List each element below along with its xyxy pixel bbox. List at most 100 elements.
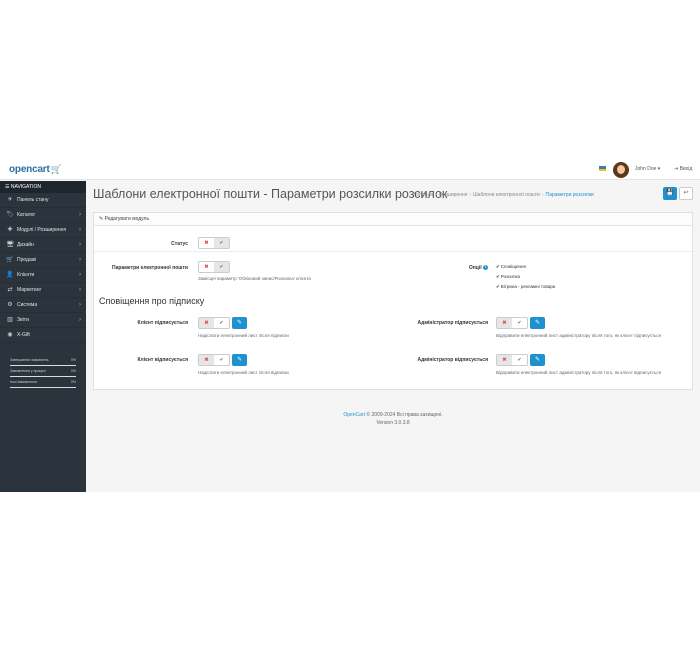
opencart-logo[interactable]: opencart🛒 bbox=[9, 164, 62, 175]
checkbox-checked-icon[interactable]: ✔ bbox=[496, 284, 500, 289]
admin-unsubscribes-label: Адміністратор відписується bbox=[417, 357, 488, 363]
order-stat-progress-bar bbox=[10, 375, 76, 377]
footer-version: Version 3.0.3.8 bbox=[376, 420, 410, 426]
sidebar-item-label: X-Gift bbox=[17, 332, 30, 338]
nav-item-icon: ⇄ bbox=[7, 287, 13, 293]
admin-unsubscribes-edit-button[interactable]: ✎ bbox=[530, 354, 545, 366]
admin-unsubscribes-on[interactable]: ✔ bbox=[512, 355, 527, 365]
nav-item-icon: ✈ bbox=[7, 197, 13, 203]
sidebar-item[interactable]: ▥ Звіти › bbox=[0, 313, 86, 328]
sidebar-item[interactable]: ⇄ Маркетинг › bbox=[0, 283, 86, 298]
help-icon[interactable]: ? bbox=[483, 265, 488, 271]
sidebar-item[interactable]: 🛒 Продажі › bbox=[0, 253, 86, 268]
customer-subscribes-toggle[interactable]: ✖ ✔ bbox=[198, 317, 230, 329]
customer-subscribes-on[interactable]: ✔ bbox=[214, 318, 229, 328]
option-showcase[interactable]: ✔Вітрина - рекламні товари bbox=[496, 284, 555, 290]
checkbox-checked-icon[interactable]: ✔ bbox=[496, 274, 500, 279]
status-label: Статус bbox=[171, 241, 188, 247]
subscription-section-title: Сповіщення про підписку bbox=[99, 296, 205, 306]
customer-unsubscribes-on[interactable]: ✔ bbox=[214, 355, 229, 365]
cart-logo-icon: 🛒 bbox=[50, 164, 62, 174]
customer-subscribes-off[interactable]: ✖ bbox=[199, 318, 214, 328]
sidebar-item[interactable]: ◉ X-Gift bbox=[0, 328, 86, 343]
admin-subscribes-edit-button[interactable]: ✎ bbox=[530, 317, 545, 329]
sidebar-item[interactable]: ⚙ Система › bbox=[0, 298, 86, 313]
admin-subscribes-on[interactable]: ✔ bbox=[512, 318, 527, 328]
nav-item-icon: 🖥 bbox=[6, 242, 14, 248]
option-mailing[interactable]: ✔Розсилка bbox=[496, 274, 520, 280]
breadcrumb-extensions[interactable]: Розширення bbox=[439, 192, 468, 198]
chevron-right-icon: › bbox=[79, 272, 81, 278]
option-notifications[interactable]: ✔Сповіщення bbox=[496, 264, 526, 270]
sidebar-item-label: Каталог bbox=[17, 212, 36, 218]
admin-unsubscribes-off[interactable]: ✖ bbox=[497, 355, 512, 365]
user-avatar[interactable] bbox=[613, 162, 629, 178]
sidebar-item-label: Звіти bbox=[17, 317, 29, 323]
nav-item-icon: ✚ bbox=[7, 227, 13, 233]
checkbox-checked-icon[interactable]: ✔ bbox=[496, 264, 500, 269]
order-stat-percent: 0% bbox=[70, 380, 76, 384]
mail-params-off-option[interactable]: ✖ bbox=[199, 262, 214, 272]
pencil-icon: ✎ bbox=[534, 320, 541, 326]
back-button[interactable]: ↩ bbox=[679, 187, 693, 200]
mail-params-help: Замісцеі параметр 'Обліковий запис/Розси… bbox=[198, 276, 311, 281]
nav-item-icon: ◉ bbox=[7, 332, 13, 338]
sidebar-item[interactable]: ✚ Модулі / Розширення › bbox=[0, 223, 86, 238]
language-flag-icon[interactable] bbox=[599, 166, 606, 171]
sidebar-item-label: Модулі / Розширення bbox=[17, 227, 67, 233]
sidebar-item[interactable]: 🖥 Дизайн › bbox=[0, 238, 86, 253]
nav-item-icon: 🏷 bbox=[6, 212, 14, 218]
admin-subscribes-toggle[interactable]: ✖ ✔ bbox=[496, 317, 528, 329]
admin-unsubscribes-toggle[interactable]: ✖ ✔ bbox=[496, 354, 528, 366]
chevron-right-icon: › bbox=[79, 257, 81, 263]
pencil-icon: ✎ bbox=[534, 357, 541, 363]
mail-params-label: Параметри електронної пошти bbox=[112, 265, 188, 271]
mail-params-on-option[interactable]: ✔ bbox=[214, 262, 229, 272]
order-stat-progress-bar bbox=[10, 364, 76, 366]
order-stat-percent: 0% bbox=[70, 369, 76, 373]
pencil-icon: ✎ bbox=[236, 320, 243, 326]
mail-params-toggle[interactable]: ✖ ✔ bbox=[198, 261, 230, 273]
logout-link[interactable]: ⇥ Вихід bbox=[674, 166, 692, 172]
top-header: opencart🛒 John Doe ▾ ⇥ Вихід bbox=[0, 161, 700, 180]
footer: OpenCart © 2009-2024 Всі права захищені.… bbox=[86, 411, 700, 427]
status-off-option[interactable]: ✖ bbox=[199, 238, 214, 248]
chevron-right-icon: › bbox=[79, 287, 81, 293]
status-on-option[interactable]: ✔ bbox=[214, 238, 229, 248]
sidebar-item-label: Маркетинг bbox=[17, 287, 42, 293]
sidebar-item[interactable]: 🏷 Каталог › bbox=[0, 208, 86, 223]
breadcrumb-home[interactable]: Головна bbox=[414, 192, 433, 198]
footer-opencart-link[interactable]: OpenCart bbox=[343, 412, 365, 418]
sidebar-item-label: Клієнти bbox=[17, 272, 35, 278]
chevron-right-icon: › bbox=[79, 212, 81, 218]
order-stat-label: Інші замовлення bbox=[10, 380, 37, 384]
admin-subscribes-off[interactable]: ✖ bbox=[497, 318, 512, 328]
back-icon: ↩ bbox=[683, 190, 689, 196]
customer-subscribes-label: Клієнт підписується bbox=[137, 320, 188, 326]
order-stat-percent: 0% bbox=[70, 358, 76, 362]
nav-item-icon: ▥ bbox=[7, 317, 13, 323]
customer-unsubscribes-toggle[interactable]: ✖ ✔ bbox=[198, 354, 230, 366]
status-toggle[interactable]: ✖ ✔ bbox=[198, 237, 230, 249]
admin-subscribes-help: Відправити електронний лист адміністрато… bbox=[496, 333, 662, 338]
customer-unsubscribes-off[interactable]: ✖ bbox=[199, 355, 214, 365]
nav-list: ✈ Панель стану 🏷 Каталог › ✚ Модулі / Розширен… bbox=[0, 193, 86, 343]
divider bbox=[94, 251, 692, 252]
sidebar-item[interactable]: ✈ Панель стану bbox=[0, 193, 86, 208]
order-stat-label: Замовлення у процесі bbox=[10, 369, 46, 373]
user-menu[interactable]: John Doe ▾ bbox=[635, 166, 660, 172]
breadcrumb-email-templates[interactable]: Шаблони електронної пошти bbox=[473, 192, 540, 198]
save-icon: 💾 bbox=[666, 190, 674, 196]
panel-heading: ✎ Редагувати модуль bbox=[94, 213, 692, 226]
breadcrumb-current[interactable]: Параметри розсилки bbox=[546, 192, 594, 198]
sidebar-item-label: Дизайн bbox=[17, 242, 34, 248]
customer-subscribes-help: Надіслати електронний лист після підписк… bbox=[198, 333, 289, 338]
nav-item-icon: 🛒 bbox=[6, 257, 14, 263]
sidebar-item[interactable]: 👤 Клієнти › bbox=[0, 268, 86, 283]
admin-unsubscribes-help: Відправити електронний лист адміністрато… bbox=[496, 370, 662, 375]
chevron-right-icon: › bbox=[79, 317, 81, 323]
save-button[interactable]: 💾 bbox=[663, 187, 677, 200]
customer-subscribes-edit-button[interactable]: ✎ bbox=[232, 317, 247, 329]
customer-unsubscribes-edit-button[interactable]: ✎ bbox=[232, 354, 247, 366]
sidebar: ☰ NAVIGATION ✈ Панель стану 🏷 Каталог › ✚ Моду… bbox=[0, 181, 86, 492]
